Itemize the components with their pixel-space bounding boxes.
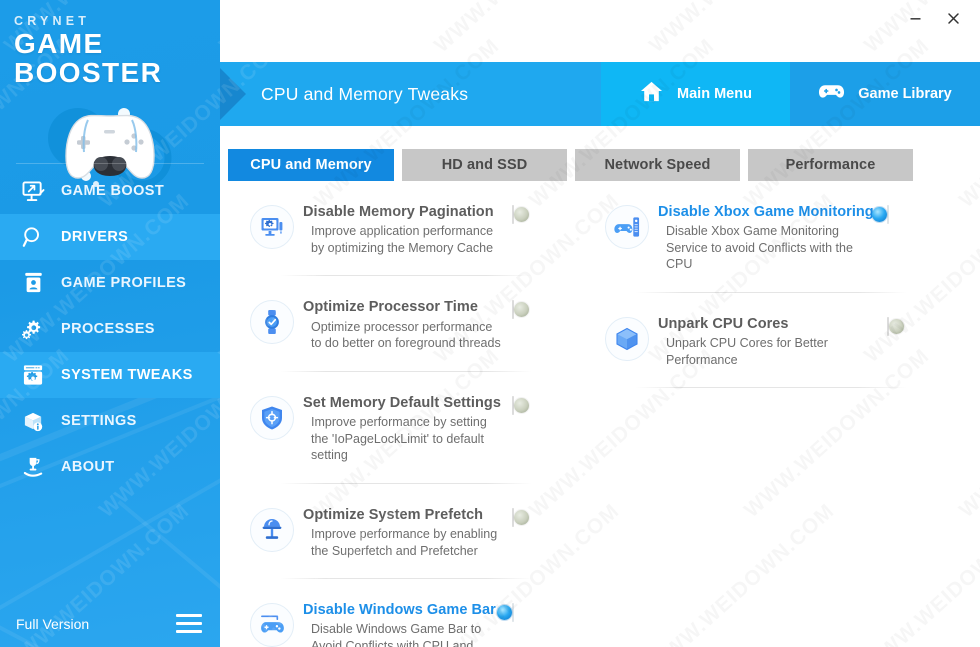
xbox-console-icon	[605, 205, 649, 249]
brand-name-main: GAME BOOSTER	[14, 28, 163, 89]
sidebar-item-game-boost[interactable]: GAME BOOST	[0, 168, 220, 214]
magnifier-icon	[18, 224, 48, 250]
hamburger-menu-icon[interactable]	[176, 614, 202, 633]
monitor-gear-icon	[250, 205, 294, 249]
minimize-button[interactable]	[898, 4, 932, 32]
tweak-description: Disable Xbox Game Monitoring Service to …	[666, 224, 853, 272]
sidebar-item-label: GAME PROFILES	[61, 275, 187, 291]
cube-icon	[605, 317, 649, 361]
tweak-row-disable-windows-game-bar: Disable Windows Game Bar Disable Windows…	[250, 579, 550, 647]
sidebar-nav: GAME BOOST DRIVERS GAME PROFILES PROCESS…	[0, 168, 220, 490]
tab-performance[interactable]: Performance	[748, 149, 913, 181]
tweak-text: Disable Xbox Game Monitoring Disable Xbo…	[658, 203, 887, 273]
tweaks-panel: Disable Memory Pagination Improve applic…	[220, 181, 980, 647]
tweaks-column-left: Disable Memory Pagination Improve applic…	[250, 181, 550, 647]
hand-trophy-icon	[18, 454, 48, 480]
tweak-description: Improve performance by setting the 'IoPa…	[311, 414, 487, 463]
sidebar-item-system-tweaks[interactable]: SYSTEM TWEAKS	[0, 352, 220, 398]
monitor-rocket-icon	[18, 178, 48, 204]
tweak-toggle[interactable]	[512, 507, 550, 527]
window-controls	[898, 4, 970, 32]
tweak-row-unpark-cpu-cores: Unpark CPU Cores Unpark CPU Cores for Be…	[605, 293, 925, 389]
tweak-toggle[interactable]	[512, 205, 550, 224]
full-version-label: Full Version	[16, 615, 90, 632]
box-info-icon	[18, 408, 48, 434]
tweaks-column-right: Disable Xbox Game Monitoring Disable Xbo…	[605, 181, 925, 389]
screen-gear-icon	[18, 362, 48, 388]
tweak-text: Optimize System Prefetch Improve perform…	[303, 506, 512, 559]
title-bar	[220, 0, 980, 60]
tweak-description: Improve application performance by optim…	[311, 224, 494, 255]
game-library-button[interactable]: Game Library	[790, 62, 980, 126]
sidebar-item-label: ABOUT	[61, 459, 115, 475]
tweak-row-optimize-processor-time: Optimize Processor Time Optimize process…	[250, 276, 550, 373]
main-menu-label: Main Menu	[677, 86, 752, 102]
gamepad-icon	[818, 82, 845, 106]
header-arrow-decoration	[220, 62, 252, 126]
tweak-toggle[interactable]	[512, 395, 550, 415]
tweak-toggle[interactable]	[887, 317, 925, 336]
tab-label: Performance	[785, 157, 876, 173]
tab-hd-and-ssd[interactable]: HD and SSD	[402, 149, 567, 181]
tweak-title: Set Memory Default Settings	[303, 394, 501, 411]
sidebar-item-drivers[interactable]: DRIVERS	[0, 214, 220, 260]
sidebar: CRYNET GAME BOOSTER GAME BOOST DRIVERS G…	[0, 0, 220, 647]
tab-bar: CPU and Memory HD and SSD Network Speed …	[228, 149, 980, 181]
tab-label: HD and SSD	[441, 157, 528, 173]
tab-label: Network Speed	[604, 157, 711, 173]
tweak-title: Disable Memory Pagination	[303, 204, 494, 220]
game-library-label: Game Library	[858, 86, 952, 102]
app-window: CRYNET GAME BOOSTER GAME BOOST DRIVERS G…	[0, 0, 980, 647]
tab-label: CPU and Memory	[250, 157, 372, 173]
tweak-toggle[interactable]	[512, 300, 550, 320]
profile-box-icon	[18, 270, 48, 296]
sidebar-item-about[interactable]: ABOUT	[0, 444, 220, 490]
tweak-text: Set Memory Default Settings Improve perf…	[303, 394, 512, 464]
tweak-row-set-memory-default-settings: Set Memory Default Settings Improve perf…	[250, 372, 550, 484]
gamepad-bar-icon	[250, 603, 294, 647]
sidebar-item-label: PROCESSES	[61, 321, 155, 337]
sidebar-footer: Full Version	[0, 600, 220, 647]
tweak-text: Optimize Processor Time Optimize process…	[303, 298, 512, 351]
gears-icon	[18, 316, 48, 342]
tweak-text: Disable Windows Game Bar Disable Windows…	[303, 601, 512, 647]
tweak-title: Optimize Processor Time	[303, 299, 478, 316]
sidebar-item-label: GAME BOOST	[61, 183, 165, 199]
sidebar-divider	[16, 163, 204, 164]
close-button[interactable]	[936, 4, 970, 32]
page-title-block: CPU and Memory Tweaks	[220, 62, 601, 126]
brand-name-top: CRYNET	[14, 14, 91, 28]
tweak-title: Disable Windows Game Bar	[303, 602, 496, 619]
page-header-bar: CPU and Memory Tweaks Main Menu Game Lib…	[220, 62, 980, 126]
sidebar-item-label: DRIVERS	[61, 229, 129, 245]
tweak-description: Improve performance by enabling the Supe…	[311, 526, 498, 558]
tweak-toggle[interactable]	[872, 205, 925, 224]
brand-block: CRYNET GAME BOOSTER	[0, 0, 220, 88]
home-icon	[639, 80, 664, 108]
tweak-text: Disable Memory Pagination Improve applic…	[303, 203, 512, 256]
tweak-description: Optimize processor performance to do bet…	[311, 319, 501, 351]
tweak-toggle[interactable]	[497, 603, 550, 623]
tweak-description: Unpark CPU Cores for Better Performance	[666, 336, 828, 367]
tweak-title: Disable Xbox Game Monitoring	[658, 204, 874, 220]
tweak-row-disable-memory-pagination: Disable Memory Pagination Improve applic…	[250, 181, 550, 277]
tab-cpu-and-memory[interactable]: CPU and Memory	[228, 149, 394, 181]
tweak-description: Disable Windows Game Bar to Avoid Confli…	[311, 622, 482, 647]
tweak-text: Unpark CPU Cores Unpark CPU Cores for Be…	[658, 315, 887, 368]
sidebar-item-game-profiles[interactable]: GAME PROFILES	[0, 260, 220, 306]
main-menu-button[interactable]: Main Menu	[601, 62, 790, 126]
tab-network-speed[interactable]: Network Speed	[575, 149, 740, 181]
watch-icon	[250, 300, 294, 345]
page-title: CPU and Memory Tweaks	[261, 83, 469, 104]
tweak-row-optimize-system-prefetch: Optimize System Prefetch Improve perform…	[250, 484, 550, 580]
lamp-icon	[250, 507, 294, 552]
tweak-title: Optimize System Prefetch	[303, 506, 484, 523]
tweak-title: Unpark CPU Cores	[658, 316, 789, 332]
sidebar-item-label: SYSTEM TWEAKS	[61, 367, 193, 383]
sidebar-item-label: SETTINGS	[61, 413, 137, 429]
sidebar-item-settings[interactable]: SETTINGS	[0, 398, 220, 444]
shield-icon	[250, 395, 294, 440]
sidebar-item-processes[interactable]: PROCESSES	[0, 306, 220, 352]
tweak-row-disable-xbox-game-monitoring: Disable Xbox Game Monitoring Disable Xbo…	[605, 181, 925, 293]
